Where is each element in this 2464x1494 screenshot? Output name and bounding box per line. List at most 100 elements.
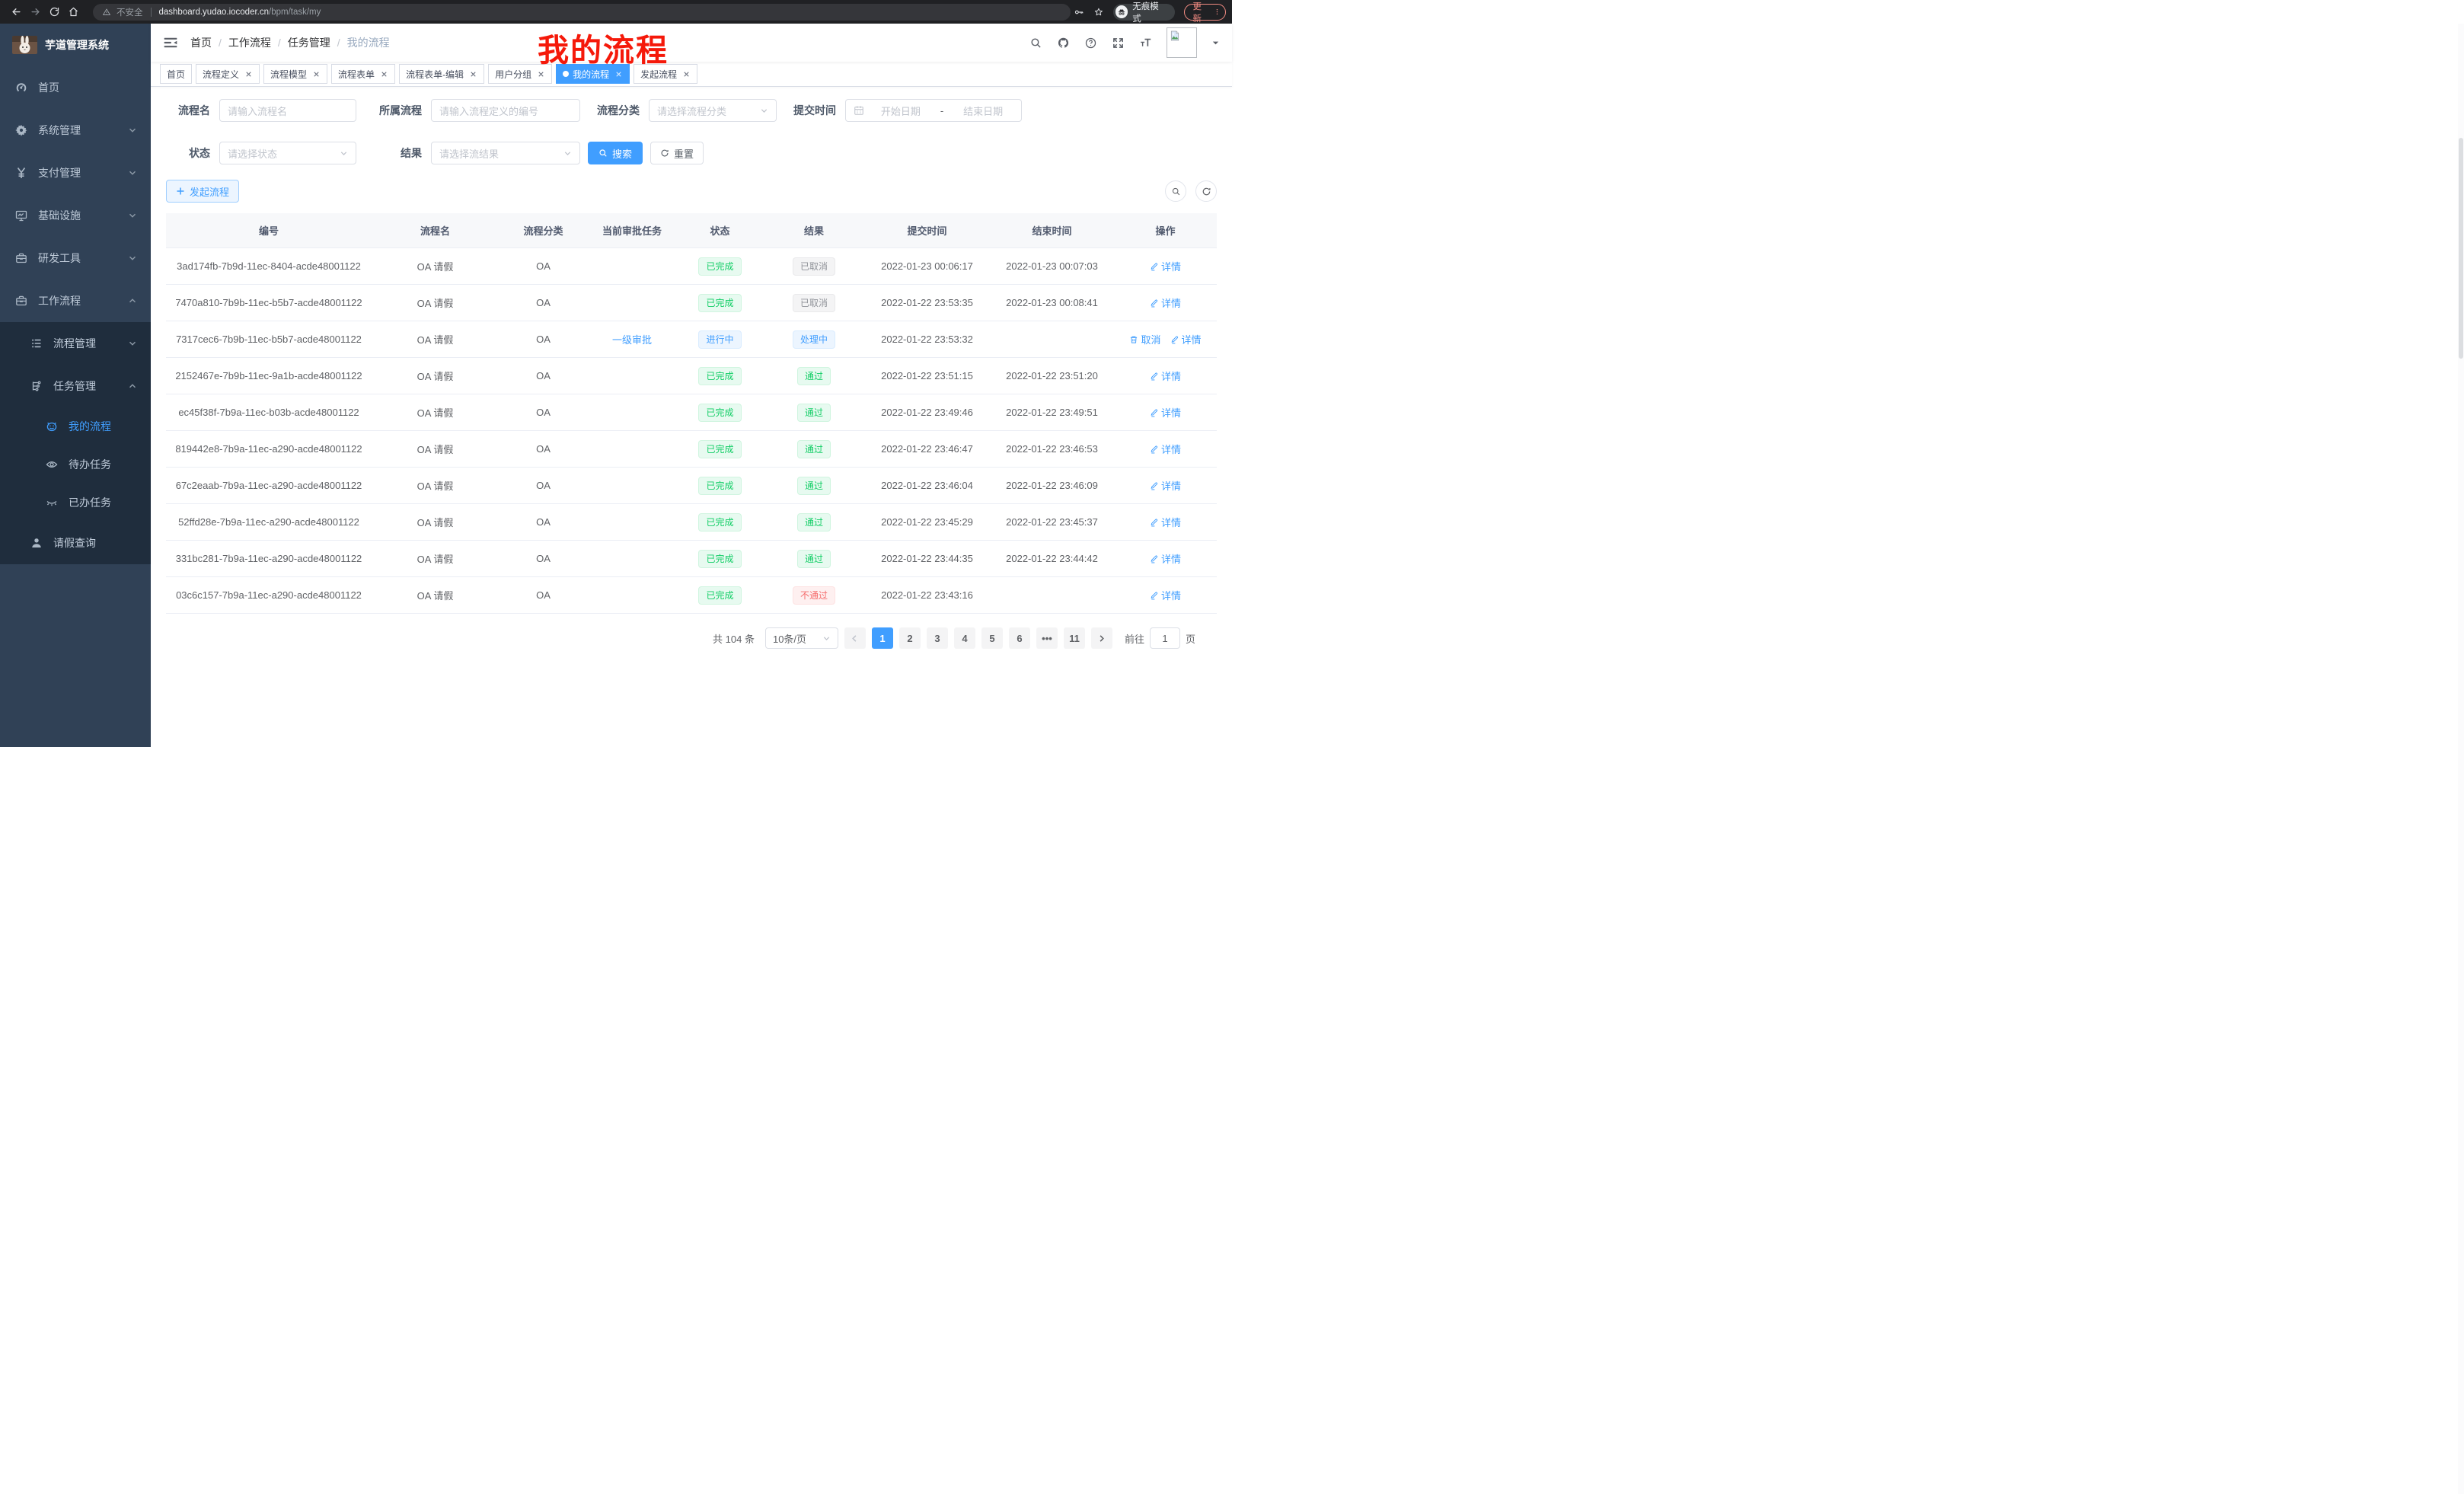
page-button-5[interactable]: 5 — [981, 627, 1003, 649]
close-icon[interactable] — [244, 70, 253, 78]
submit-time-range-picker[interactable]: 开始日期 - 结束日期 — [845, 99, 1022, 122]
breadcrumb-item-任务管理[interactable]: 任务管理 — [288, 35, 330, 50]
tab-流程表单-编辑[interactable]: 流程表单-编辑 — [399, 64, 484, 84]
cell-actions: 详情 — [1114, 551, 1217, 566]
breadcrumb-item-首页[interactable]: 首页 — [190, 35, 212, 50]
close-icon[interactable] — [682, 70, 691, 78]
action-取消-link[interactable]: 取消 — [1129, 332, 1160, 346]
page-size-select[interactable]: 10条/页 — [765, 627, 838, 649]
tab-首页[interactable]: 首页 — [160, 64, 192, 84]
url-separator — [151, 8, 152, 17]
app-logo[interactable]: 芋道管理系统 — [0, 24, 151, 66]
action-详情-link[interactable]: 详情 — [1150, 588, 1181, 602]
back-icon[interactable] — [11, 6, 22, 18]
action-label: 详情 — [1161, 478, 1181, 493]
refresh-table-button[interactable] — [1195, 180, 1217, 202]
action-详情-link[interactable]: 详情 — [1150, 442, 1181, 456]
sidebar-item-已办任务[interactable]: 已办任务 — [0, 484, 151, 522]
scrollbar-thumb[interactable] — [2459, 138, 2463, 359]
status-badge: 已完成 — [698, 367, 741, 385]
page-button-2[interactable]: 2 — [899, 627, 921, 649]
tab-流程表单[interactable]: 流程表单 — [331, 64, 395, 84]
fullscreen-icon[interactable] — [1112, 37, 1125, 49]
close-icon[interactable] — [614, 70, 623, 78]
close-icon[interactable] — [312, 70, 321, 78]
star-icon[interactable] — [1093, 7, 1104, 18]
incognito-label: 无痕模式 — [1132, 0, 1167, 24]
update-button[interactable]: 更新 — [1184, 4, 1226, 21]
tab-发起流程[interactable]: 发起流程 — [634, 64, 697, 84]
avatar[interactable] — [1167, 27, 1197, 58]
pager-ellipsis[interactable]: ••• — [1036, 627, 1058, 649]
page-button-4[interactable]: 4 — [954, 627, 975, 649]
action-详情-link[interactable]: 详情 — [1150, 295, 1181, 310]
category-select[interactable]: 请选择流程分类 — [649, 99, 777, 122]
current-task-link[interactable]: 一级审批 — [612, 332, 652, 346]
column-header-状态: 状态 — [676, 223, 764, 238]
action-详情-link[interactable]: 详情 — [1150, 478, 1181, 493]
sidebar-item-请假查询[interactable]: 请假查询 — [0, 522, 151, 564]
reload-icon[interactable] — [49, 6, 60, 18]
cell-submit-time: 2022-01-22 23:53:35 — [864, 297, 990, 308]
key-icon[interactable] — [1074, 7, 1084, 18]
prev-page-button[interactable] — [844, 627, 866, 649]
action-详情-link[interactable]: 详情 — [1150, 551, 1181, 566]
result-select[interactable]: 请选择流结果 — [431, 142, 580, 164]
sidebar-item-工作流程[interactable]: 工作流程 — [0, 279, 151, 322]
home-icon[interactable] — [68, 6, 79, 18]
action-详情-link[interactable]: 详情 — [1150, 259, 1181, 273]
action-详情-link[interactable]: 详情 — [1150, 369, 1181, 383]
search-icon[interactable] — [1029, 37, 1042, 49]
sidebar-toggle-icon[interactable] — [163, 35, 178, 50]
caret-down-icon[interactable] — [1211, 39, 1220, 47]
status-placeholder: 请选择状态 — [228, 146, 277, 161]
cell-end-time: 2022-01-23 00:08:41 — [990, 297, 1114, 308]
sidebar-item-流程管理[interactable]: 流程管理 — [0, 322, 151, 365]
tab-流程定义[interactable]: 流程定义 — [196, 64, 260, 84]
create-process-button[interactable]: 发起流程 — [166, 180, 239, 203]
font-size-icon[interactable] — [1139, 37, 1152, 49]
sidebar-item-首页[interactable]: 首页 — [0, 66, 151, 109]
action-详情-link[interactable]: 详情 — [1150, 405, 1181, 420]
sidebar-item-基础设施[interactable]: 基础设施 — [0, 194, 151, 237]
forward-icon[interactable] — [30, 6, 41, 18]
page-button-1[interactable]: 1 — [872, 627, 893, 649]
goto-page-input[interactable]: 1 — [1150, 627, 1180, 649]
close-icon[interactable] — [380, 70, 388, 78]
action-详情-link[interactable]: 详情 — [1170, 332, 1202, 346]
search-button[interactable]: 搜索 — [588, 142, 643, 164]
breadcrumb-item-工作流程[interactable]: 工作流程 — [228, 35, 271, 50]
url-bar[interactable]: 不安全 dashboard.yudao.iocoder.cn/bpm/task/… — [93, 4, 1071, 21]
tab-我的流程[interactable]: 我的流程 — [556, 64, 630, 84]
status-select[interactable]: 请选择状态 — [219, 142, 356, 164]
sidebar-item-支付管理[interactable]: 支付管理 — [0, 152, 151, 194]
cell-end-time: 2022-01-22 23:44:42 — [990, 553, 1114, 564]
close-icon[interactable] — [537, 70, 545, 78]
sidebar-item-待办任务[interactable]: 待办任务 — [0, 445, 151, 484]
sidebar-item-研发工具[interactable]: 研发工具 — [0, 237, 151, 279]
github-icon[interactable] — [1057, 37, 1070, 49]
close-icon[interactable] — [469, 70, 477, 78]
cell-submit-time: 2022-01-22 23:46:47 — [864, 443, 990, 455]
column-header-提交时间: 提交时间 — [864, 223, 990, 238]
menu-dots-icon[interactable] — [1215, 6, 1219, 18]
help-icon[interactable] — [1084, 37, 1097, 49]
page-button-3[interactable]: 3 — [927, 627, 948, 649]
sidebar-item-任务管理[interactable]: 任务管理 — [0, 365, 151, 407]
sidebar-item-我的流程[interactable]: 我的流程 — [0, 407, 151, 445]
tab-用户分组[interactable]: 用户分组 — [488, 64, 552, 84]
cell-category: OA — [499, 260, 588, 272]
page-button-6[interactable]: 6 — [1009, 627, 1030, 649]
page-button-11[interactable]: 11 — [1064, 627, 1085, 649]
reset-button[interactable]: 重置 — [650, 142, 704, 164]
sidebar-item-系统管理[interactable]: 系统管理 — [0, 109, 151, 152]
process-name-input[interactable]: 请输入流程名 — [219, 99, 356, 122]
tab-流程模型[interactable]: 流程模型 — [263, 64, 327, 84]
cell-process-name: OA 请假 — [372, 551, 499, 566]
action-详情-link[interactable]: 详情 — [1150, 515, 1181, 529]
page-scrollbar[interactable] — [2458, 24, 2464, 1494]
show-search-button[interactable] — [1165, 180, 1186, 202]
process-definition-input[interactable]: 请输入流程定义的编号 — [431, 99, 580, 122]
next-page-button[interactable] — [1091, 627, 1112, 649]
cell-process-name: OA 请假 — [372, 478, 499, 493]
